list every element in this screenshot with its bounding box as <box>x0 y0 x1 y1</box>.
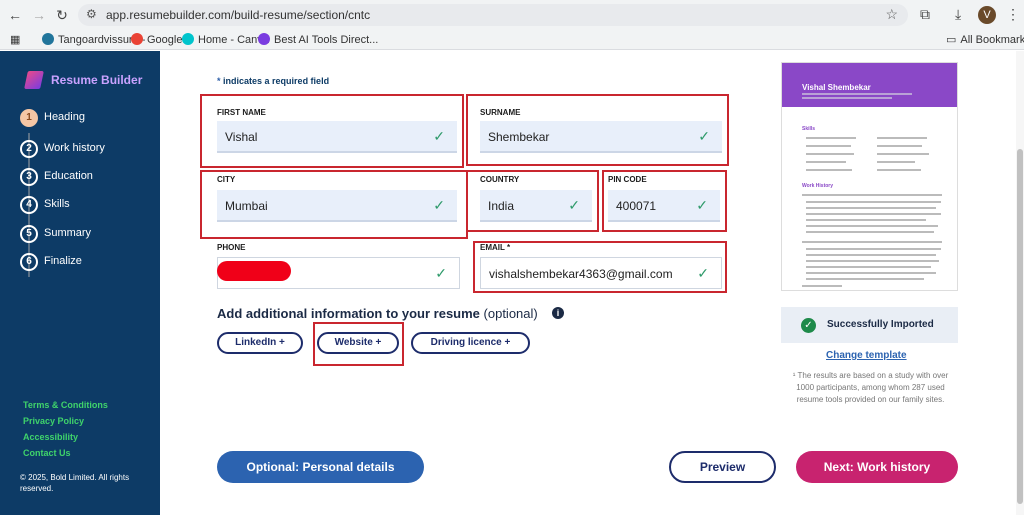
canva-icon <box>182 33 194 45</box>
first-name-label: FIRST NAME <box>217 108 266 117</box>
success-text: Successfully Imported <box>827 319 934 330</box>
preview-work-heading: Work History <box>802 183 834 189</box>
step-education[interactable]: 3 Education <box>20 168 150 188</box>
folder-icon: ▭ <box>946 34 957 46</box>
check-icon: ✓ <box>568 197 580 213</box>
reload-icon[interactable]: ↻ <box>53 6 71 24</box>
required-note: * indicates a required field <box>217 76 330 86</box>
preview-name: Vishal Shembekar <box>802 83 871 92</box>
linkedin-chip[interactable]: LinkedIn + <box>217 332 303 354</box>
website-chip[interactable]: Website + <box>317 332 399 354</box>
country-field[interactable]: India ✓ <box>480 190 592 222</box>
check-icon: ✓ <box>433 128 445 144</box>
import-status: ✓ Successfully Imported <box>781 307 958 343</box>
sidebar: Resume Builder 1 Heading 2 Work history 3E… <box>0 51 160 515</box>
download-icon[interactable]: ⤓ <box>955 6 961 23</box>
back-arrow-icon[interactable]: ← <box>6 6 24 24</box>
page-scrollbar[interactable] <box>1016 51 1024 515</box>
wordpress-icon <box>42 33 54 45</box>
bookmark-canva[interactable]: Home - Canva <box>182 33 269 46</box>
pin-code-label: PIN CODE <box>608 175 647 184</box>
terms-link[interactable]: Terms & Conditions <box>23 400 108 410</box>
step-summary[interactable]: 5 Summary <box>20 225 150 245</box>
preview-button[interactable]: Preview <box>669 451 776 483</box>
address-bar[interactable]: ⚙ app.resumebuilder.com/build-resume/sec… <box>78 4 908 26</box>
check-icon: ✓ <box>696 197 708 213</box>
city-label: CITY <box>217 175 236 184</box>
accessibility-link[interactable]: Accessibility <box>23 432 78 442</box>
step-work-history[interactable]: 2 Work history <box>20 140 150 160</box>
apps-grid-icon[interactable]: ▦ <box>10 33 20 46</box>
contact-link[interactable]: Contact Us <box>23 448 71 458</box>
privacy-link[interactable]: Privacy Policy <box>23 416 84 426</box>
extensions-icon[interactable]: ⧉ <box>920 6 930 23</box>
menu-icon[interactable]: ⋮ <box>1006 6 1020 23</box>
scrollbar-thumb[interactable] <box>1017 149 1023 504</box>
forward-arrow-icon[interactable]: → <box>30 6 48 24</box>
driving-licence-chip[interactable]: Driving licence + <box>411 332 530 354</box>
study-note: ¹ The results are based on a study with … <box>792 371 949 404</box>
bookmark-google[interactable]: Google <box>131 33 182 46</box>
personal-details-button[interactable]: Optional: Personal details <box>217 451 424 483</box>
site-info-icon[interactable]: ⚙ <box>86 7 97 21</box>
country-label: COUNTRY <box>480 175 520 184</box>
redacted-phone <box>217 261 291 281</box>
email-label: EMAIL * <box>480 243 511 252</box>
bookmark-ai-tools[interactable]: Best AI Tools Direct... <box>258 33 378 46</box>
surname-label: SURNAME <box>480 108 521 117</box>
google-icon <box>131 33 143 45</box>
email-field[interactable]: vishalshembekar4363@gmail.com ✓ <box>480 257 722 289</box>
step-heading[interactable]: 1 Heading <box>20 109 150 129</box>
bookmarks-bar: ▦ Tangoardvissura - Google Home - Canva … <box>0 30 1024 50</box>
resume-preview[interactable]: Vishal Shembekar Skills Work History <box>781 62 958 291</box>
bookmark-star-icon[interactable]: ☆ <box>885 6 898 23</box>
additional-info-title: Add additional information to your resum… <box>217 306 538 321</box>
bookmark-wordpress[interactable]: Tangoardvissura - <box>42 33 145 46</box>
check-icon: ✓ <box>697 265 709 281</box>
info-icon[interactable]: i <box>552 307 564 319</box>
pin-code-field[interactable]: 400071 ✓ <box>608 190 720 222</box>
ai-tools-icon <box>258 33 270 45</box>
change-template-link[interactable]: Change template <box>826 350 907 361</box>
step-skills[interactable]: 4 Skills <box>20 196 150 216</box>
step-finalize[interactable]: 6 Finalize <box>20 253 150 273</box>
all-bookmarks[interactable]: ▭ All Bookmarks <box>946 33 1024 46</box>
profile-avatar[interactable]: V <box>978 6 996 24</box>
copyright: © 2025, Bold Limited. All rights reserve… <box>20 473 130 493</box>
brand-name: Resume Builder <box>51 73 143 87</box>
surname-field[interactable]: Shembekar ✓ <box>480 121 722 153</box>
url-text: app.resumebuilder.com/build-resume/secti… <box>106 8 371 22</box>
phone-label: PHONE <box>217 243 246 252</box>
main-content: * indicates a required field FIRST NAME … <box>160 51 1024 515</box>
first-name-field[interactable]: Vishal ✓ <box>217 121 457 153</box>
check-circle-icon: ✓ <box>801 318 816 333</box>
browser-toolbar: ← → ↻ ⚙ app.resumebuilder.com/build-resu… <box>0 0 1024 30</box>
check-icon: ✓ <box>435 265 447 281</box>
city-field[interactable]: Mumbai ✓ <box>217 190 457 222</box>
preview-skills-heading: Skills <box>802 126 816 132</box>
check-icon: ✓ <box>433 197 445 213</box>
check-icon: ✓ <box>698 128 710 144</box>
next-work-history-button[interactable]: Next: Work history <box>796 451 958 483</box>
brand-logo-icon <box>24 71 44 89</box>
